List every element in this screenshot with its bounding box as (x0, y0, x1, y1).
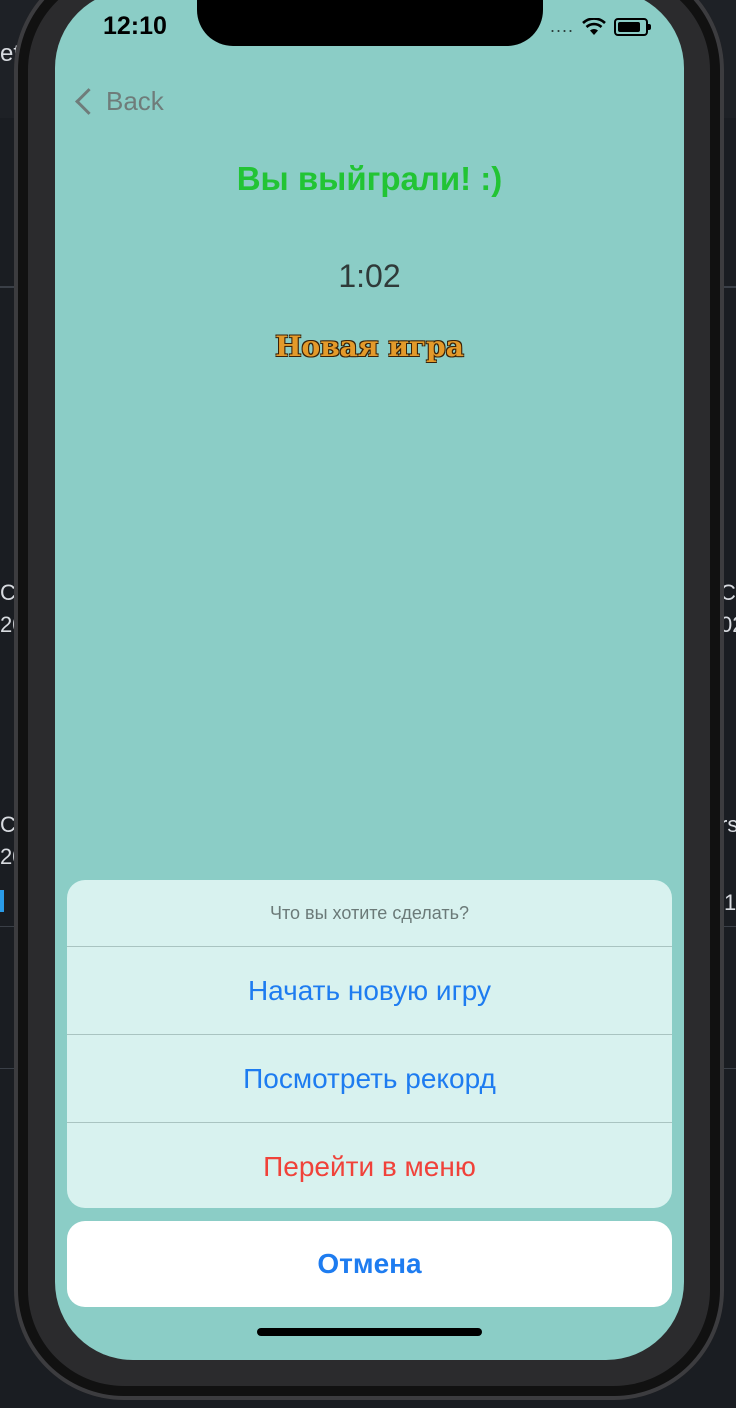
back-button[interactable]: Back (73, 86, 164, 117)
cancel-button[interactable]: Отмена (67, 1221, 672, 1307)
background-text: 1 (724, 890, 736, 915)
chevron-left-icon (75, 88, 102, 115)
background-accent (0, 890, 4, 912)
battery-icon (614, 17, 651, 36)
back-label: Back (106, 86, 164, 116)
wifi-icon (582, 17, 606, 35)
new-game-button[interactable]: Новая игра (55, 330, 684, 363)
timer-label: 1:02 (338, 258, 401, 294)
view-record-button[interactable]: Посмотреть рекорд (67, 1034, 672, 1122)
start-new-game-button[interactable]: Начать новую игру (67, 946, 672, 1034)
status-time: 12:10 (103, 12, 167, 40)
action-sheet-title: Что вы хотите сделать? (270, 903, 469, 923)
result-title: Вы выйграли! :) (236, 160, 503, 197)
notch (197, 0, 543, 46)
home-indicator (257, 1328, 482, 1336)
status-icons: .... (549, 16, 651, 37)
phone-screen: 12:10 .... Back Вы выйграли! :) 1:02 Нов… (55, 0, 684, 1360)
go-to-menu-button[interactable]: Перейти в меню (67, 1122, 672, 1208)
signal-icon: .... (549, 16, 574, 36)
action-sheet: Что вы хотите сделать? Начать новую игру… (67, 880, 672, 1208)
